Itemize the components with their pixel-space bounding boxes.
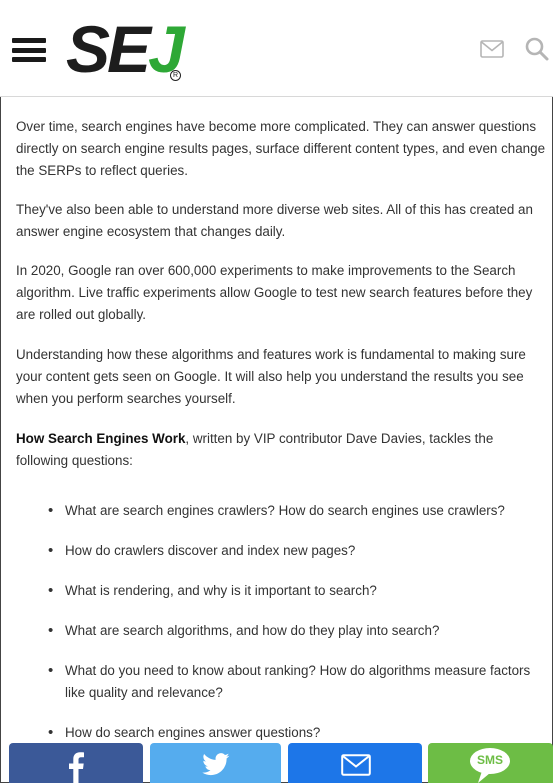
paragraph: They've also been able to understand mor…	[16, 202, 533, 239]
share-sms-button[interactable]: SMS	[428, 743, 553, 783]
hamburger-menu-icon[interactable]	[12, 38, 46, 62]
sms-label: SMS	[476, 753, 503, 767]
search-icon[interactable]	[524, 36, 550, 62]
share-bar: SMS	[0, 743, 553, 783]
paragraph: In 2020, Google ran over 600,000 experim…	[16, 263, 533, 322]
mail-icon[interactable]	[480, 40, 504, 58]
list-item: What are search engines crawlers? How do…	[48, 500, 538, 522]
share-twitter-button[interactable]	[150, 743, 281, 783]
logo-letter-s: S	[66, 12, 110, 86]
list-item: How do crawlers discover and index new p…	[48, 540, 538, 562]
registered-mark: R	[170, 70, 181, 81]
intro-paragraph: How Search Engines Work, written by VIP …	[16, 428, 546, 472]
twitter-icon	[202, 753, 230, 776]
list-item: How do search engines answer questions?	[48, 722, 538, 744]
paragraph: Over time, search engines have become mo…	[16, 119, 546, 178]
list-item: What do you need to know about ranking? …	[48, 660, 538, 704]
guide-title-link[interactable]: How Search Engines Work	[16, 431, 185, 446]
logo-letter-e: E	[107, 12, 151, 86]
facebook-icon	[69, 752, 84, 783]
sej-logo[interactable]: SEJ R	[66, 12, 185, 86]
share-email-button[interactable]	[288, 743, 422, 783]
paragraph: Understanding how these algorithms and f…	[16, 347, 526, 406]
list-item: What are search algorithms, and how do t…	[48, 620, 538, 642]
envelope-icon	[341, 754, 371, 776]
list-item: What is rendering, and why is it importa…	[48, 580, 538, 602]
share-facebook-button[interactable]	[9, 743, 143, 783]
site-header: SEJ R	[0, 0, 553, 97]
